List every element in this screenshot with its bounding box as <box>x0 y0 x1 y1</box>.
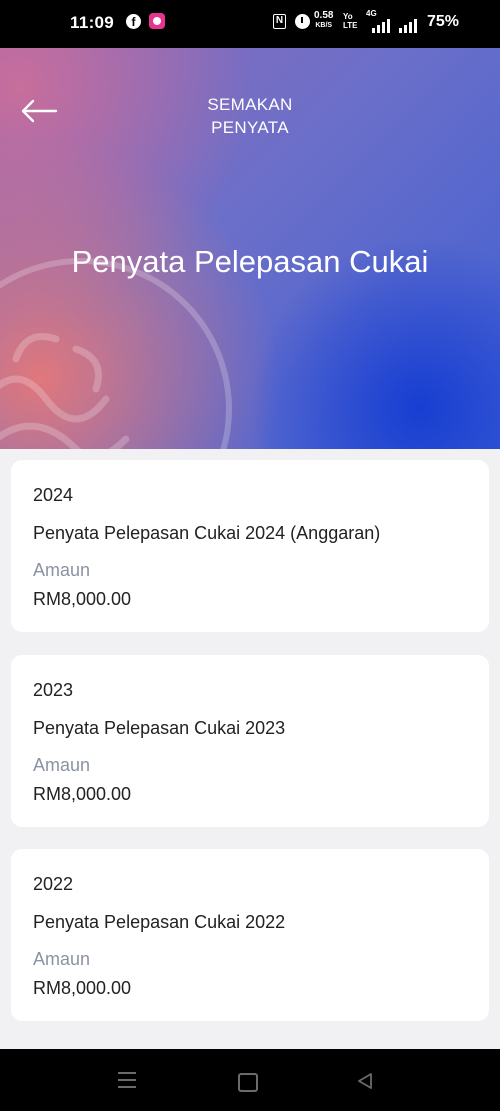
amount-value: RM8,000.00 <box>33 784 132 804</box>
top-bar-title-line1: SEMAKAN <box>207 95 293 114</box>
home-icon[interactable] <box>238 1073 258 1092</box>
header-banner: SEMAKAN PENYATA Penyata Pelepasan Cukai <box>0 48 500 449</box>
facebook-icon: f <box>126 14 141 29</box>
amount-value: RM8,000.00 <box>33 978 132 998</box>
statement-title: Penyata Pelepasan Cukai 2023 <box>33 718 286 738</box>
app-notification-icon <box>149 13 165 29</box>
statement-year: 2024 <box>33 485 74 505</box>
statement-card-2022[interactable]: 2022 Penyata Pelepasan Cukai 2022 Amaun … <box>11 849 489 1021</box>
statement-title: Penyata Pelepasan Cukai 2022 <box>33 912 286 932</box>
statement-year: 2023 <box>33 680 74 700</box>
statement-year: 2022 <box>33 874 74 894</box>
amount-label: Amaun <box>33 755 91 775</box>
system-nav-bar <box>0 1049 500 1111</box>
signal-icon-2 <box>399 19 417 33</box>
battery-level: 75% <box>427 13 460 30</box>
alarm-icon <box>295 14 310 29</box>
amount-label: Amaun <box>33 560 91 580</box>
status-time: 11:09 <box>70 13 115 32</box>
statement-card-2023[interactable]: 2023 Penyata Pelepasan Cukai 2023 Amaun … <box>11 655 489 827</box>
status-bar: 11:09 f N 0.58 KB/S Yo LTE 4G 75% <box>0 0 500 48</box>
top-bar-title-line2: PENYATA <box>211 118 289 137</box>
network-speed-value: 0.58 <box>314 10 334 21</box>
emblem-watermark-icon <box>0 258 232 449</box>
back-button[interactable] <box>18 96 60 126</box>
nfc-icon: N <box>273 14 286 29</box>
arrow-left-icon <box>21 99 58 123</box>
triangle-back-icon[interactable] <box>355 1071 375 1091</box>
volte-indicator: Yo LTE <box>343 12 358 30</box>
menu-icon[interactable] <box>118 1072 136 1088</box>
network-speed: 0.58 KB/S <box>314 11 333 31</box>
volte-top: Yo <box>343 12 353 21</box>
statement-title: Penyata Pelepasan Cukai 2024 (Anggaran) <box>33 523 381 543</box>
network-type: 4G <box>366 9 377 18</box>
amount-label: Amaun <box>33 949 91 969</box>
top-bar-title: SEMAKAN PENYATA <box>150 93 350 139</box>
volte-bottom: LTE <box>343 21 358 30</box>
network-speed-unit: KB/S <box>315 22 333 29</box>
signal-icon <box>372 19 390 33</box>
page-title: Penyata Pelepasan Cukai <box>71 244 429 279</box>
amount-value: RM8,000.00 <box>33 589 132 609</box>
statement-card-2024[interactable]: 2024 Penyata Pelepasan Cukai 2024 (Angga… <box>11 460 489 632</box>
